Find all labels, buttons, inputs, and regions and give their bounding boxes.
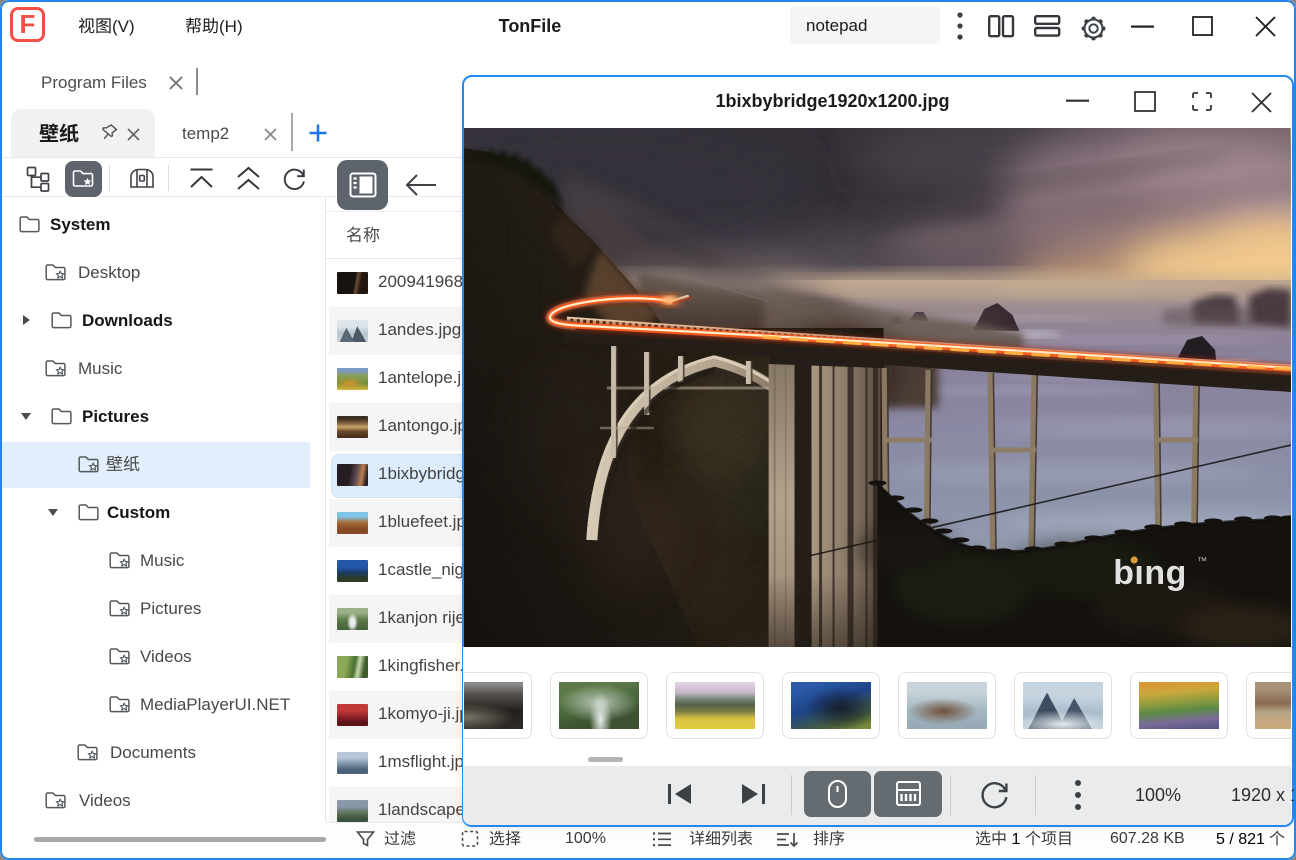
svg-text:bıng: bıng [1113, 554, 1187, 592]
svg-text:™: ™ [1197, 556, 1207, 567]
